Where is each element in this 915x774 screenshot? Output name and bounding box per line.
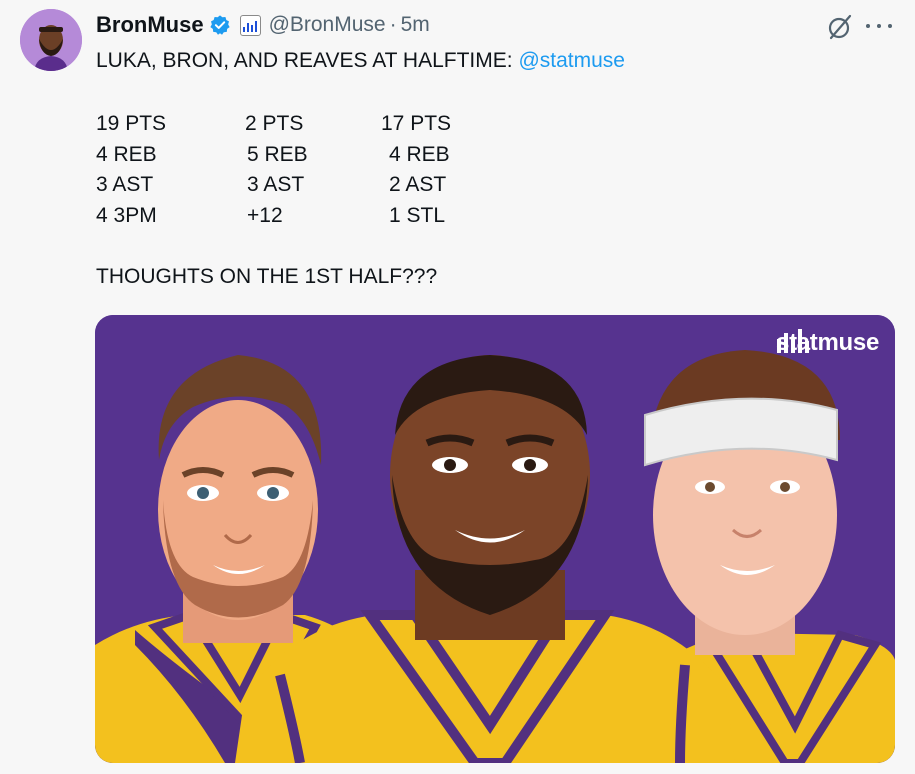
mention-link[interactable]: @statmuse — [518, 49, 625, 72]
tweet-question: THOUGHTS ON THE 1ST HALF??? — [96, 265, 438, 288]
tweet: BronMuse @BronMuse · 5m LUKA, BRON, AND … — [0, 0, 915, 774]
luka-rebounds: 4 REB — [96, 143, 157, 166]
player-illustration — [95, 315, 895, 763]
statmuse-logo-icon — [777, 329, 810, 353]
luka-threes: 4 3PM — [96, 204, 157, 227]
reaves-assists: 2 AST — [389, 173, 447, 196]
reaves-steals: 1 STL — [389, 204, 446, 227]
statmuse-brand: statmuse — [776, 329, 879, 357]
verified-icon — [209, 15, 230, 35]
media-image[interactable]: statmuse — [95, 315, 895, 763]
reaves-points: 17 PTS — [381, 112, 452, 135]
separator-dot: · — [389, 13, 397, 36]
affiliate-badge-icon[interactable] — [239, 14, 261, 36]
bron-points: 2 PTS — [245, 112, 304, 135]
reaves-rebounds: 4 REB — [389, 143, 450, 166]
tweet-headline: LUKA, BRON, AND REAVES AT HALFTIME: — [96, 49, 519, 72]
more-icon[interactable] — [866, 16, 892, 36]
handle[interactable]: @BronMuse — [269, 13, 386, 37]
luka-points: 19 PTS — [96, 112, 167, 135]
grok-icon[interactable] — [825, 12, 855, 42]
tweet-header: BronMuse @BronMuse · 5m — [96, 10, 430, 40]
timestamp[interactable]: 5m — [401, 13, 430, 37]
bron-assists: 3 AST — [247, 173, 305, 196]
luka-assists: 3 AST — [96, 173, 154, 196]
tweet-text: LUKA, BRON, AND REAVES AT HALFTIME: @sta… — [96, 48, 625, 74]
avatar[interactable] — [20, 9, 82, 71]
display-name[interactable]: BronMuse — [96, 12, 204, 38]
bron-plus-minus: +12 — [247, 204, 283, 227]
bron-rebounds: 5 REB — [247, 143, 308, 166]
